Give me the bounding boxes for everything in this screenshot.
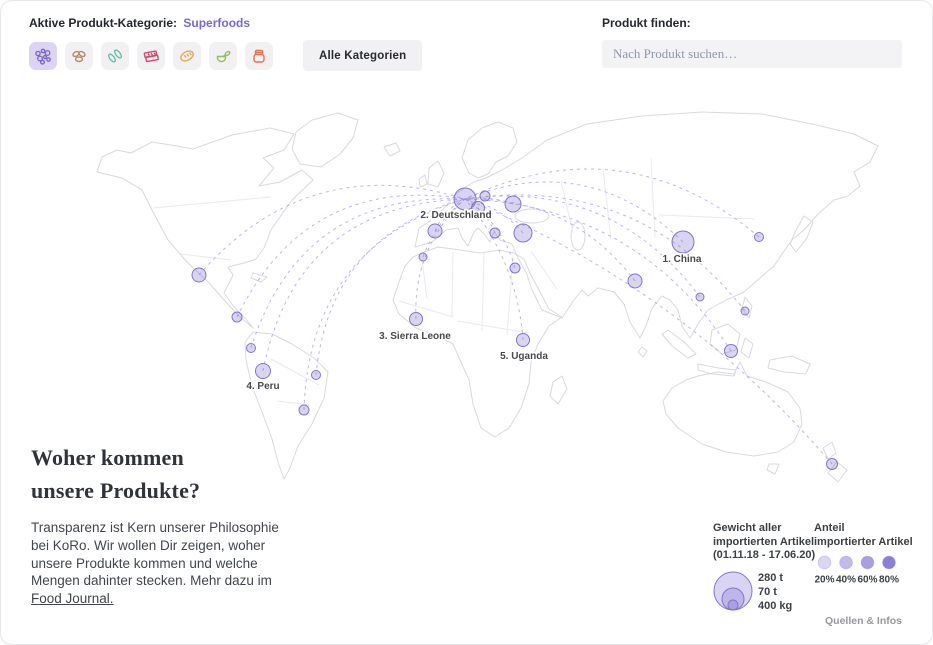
category-button-dried-fruit[interactable] <box>101 42 129 70</box>
map-bubble[interactable] <box>299 405 309 415</box>
share-legend-title: Anteil importierter Artikel <box>814 522 914 549</box>
route-arc <box>251 199 465 348</box>
route-arcs <box>199 169 832 464</box>
map-bubble[interactable] <box>312 371 321 380</box>
map-label: 2. Deutschland <box>420 210 491 221</box>
map-bubble[interactable] <box>419 253 427 261</box>
map-bubble[interactable] <box>755 233 764 242</box>
category-button-fresh-snack[interactable] <box>209 42 237 70</box>
import-bubbles <box>192 188 838 470</box>
share-legend-title-line1: Anteil <box>814 522 914 536</box>
intro-block: Woher kommen unsere Produkte? Transparenz… <box>31 441 281 608</box>
map-label: 4. Peru <box>246 381 279 392</box>
share-legend-circle <box>861 556 874 569</box>
category-button-nuts[interactable] <box>65 42 93 70</box>
page-title: Woher kommen unsere Produkte? <box>31 441 281 507</box>
active-category-value: Superfoods <box>183 16 250 30</box>
active-category-label: Aktive Produkt-Kategorie: <box>29 16 177 30</box>
map-bubble[interactable] <box>517 334 530 347</box>
share-legend-value: 60% <box>857 575 877 586</box>
share-legend-value: 80% <box>879 575 899 586</box>
map-bubble[interactable] <box>725 345 738 358</box>
share-legend-circle <box>818 556 831 569</box>
intro-paragraph: Transparenz ist Kern unserer Philosophie… <box>31 519 281 608</box>
sources-link[interactable]: Quellen & Infos <box>825 615 902 627</box>
map-label: 5. Uganda <box>500 351 548 362</box>
fresh-snack-icon <box>213 46 233 66</box>
weight-legend-values: 280 t70 t400 kg <box>758 571 792 614</box>
active-category-line: Aktive Produkt-Kategorie: Superfoods <box>29 16 250 30</box>
intro-body-text: Transparenz ist Kern unserer Philosophie… <box>31 520 279 588</box>
map-bubble[interactable] <box>256 364 271 379</box>
map-bubble[interactable] <box>428 224 442 238</box>
weight-legend-title-line1: Gewicht aller <box>713 522 823 536</box>
share-legend-circle <box>840 556 853 569</box>
share-legend-title-line2: importierter Artikel <box>814 536 914 550</box>
map-bubble[interactable] <box>672 231 694 253</box>
weight-legend-title-line2: importierten Artikel <box>713 536 823 550</box>
nuts-icon <box>69 46 89 66</box>
category-button-bars[interactable] <box>137 42 165 70</box>
map-bubble[interactable] <box>696 293 704 301</box>
map-bubble[interactable] <box>827 459 838 470</box>
category-button-bread[interactable] <box>173 42 201 70</box>
route-arc <box>465 199 731 351</box>
weight-legend-circle <box>728 600 738 610</box>
continent-outlines <box>97 112 878 482</box>
share-legend-circles: 20%40%60%80% <box>811 554 906 588</box>
map-bubble[interactable] <box>410 313 423 326</box>
weight-legend-date-range: (01.11.18 - 17.06.20) <box>713 549 823 563</box>
map-bubble[interactable] <box>232 312 242 322</box>
share-legend-value: 40% <box>836 575 856 586</box>
category-button-jar[interactable] <box>245 42 273 70</box>
map-bubble[interactable] <box>514 224 532 242</box>
route-arc <box>465 195 745 311</box>
map-bubble[interactable] <box>192 268 206 282</box>
map-bubble[interactable] <box>490 228 500 238</box>
jar-icon <box>249 46 269 66</box>
weight-legend-title: Gewicht aller importierten Artikel (01.1… <box>713 522 823 563</box>
country-labels: 1. China 2. Deutschland 3. Sierra Leone 4. … <box>246 210 702 392</box>
map-bubble[interactable] <box>741 307 749 315</box>
page-title-line1: Woher kommen <box>31 445 184 470</box>
food-journal-link[interactable]: Food Journal. <box>31 591 114 606</box>
search-label: Produkt finden: <box>602 16 691 30</box>
weight-legend-value: 280 t <box>758 571 792 585</box>
map-label: 1. China <box>663 254 702 265</box>
route-arc <box>199 185 465 275</box>
map-bubble[interactable] <box>510 263 520 273</box>
all-categories-button[interactable]: Alle Kategorien <box>303 40 422 71</box>
map-bubble[interactable] <box>480 191 490 201</box>
bars-icon <box>141 46 161 66</box>
page-title-line2: unsere Produkte? <box>31 478 200 503</box>
weight-legend-value: 400 kg <box>758 599 792 613</box>
map-bubble[interactable] <box>247 344 256 353</box>
map-bubble[interactable] <box>505 196 521 212</box>
weight-legend-value: 70 t <box>758 585 792 599</box>
dried-fruit-icon <box>105 46 125 66</box>
route-arc <box>316 199 465 375</box>
search-input[interactable] <box>602 40 902 68</box>
category-button-superfoods[interactable] <box>29 42 57 70</box>
map-bubble[interactable] <box>628 274 642 288</box>
superfoods-icon <box>33 46 53 66</box>
page-card: 1. China 2. Deutschland 3. Sierra Leone 4. … <box>0 0 933 645</box>
bread-icon <box>177 46 197 66</box>
category-filter-row: Alle Kategorien <box>29 40 422 71</box>
weight-legend-circles <box>708 566 758 612</box>
share-legend-circle <box>883 556 896 569</box>
map-label: 3. Sierra Leone <box>379 331 451 342</box>
share-legend-value: 20% <box>814 575 834 586</box>
